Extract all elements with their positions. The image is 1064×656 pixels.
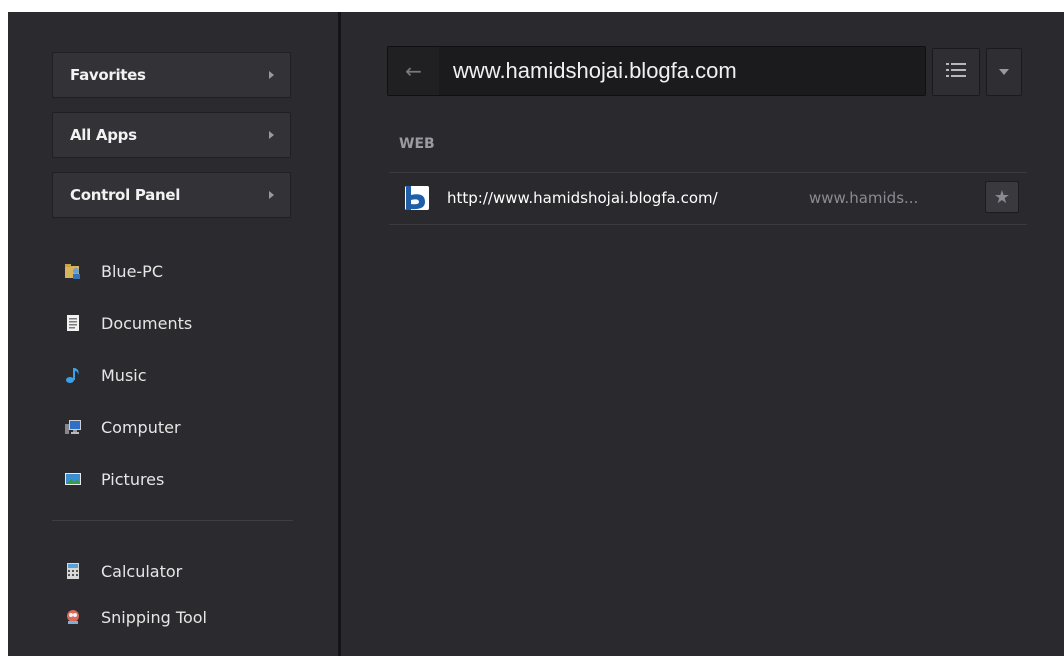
back-arrow-icon: ← — [405, 59, 422, 83]
place-item-pictures[interactable]: Pictures — [64, 466, 164, 492]
snipping-tool-icon — [64, 608, 82, 626]
place-label: Pictures — [101, 469, 165, 489]
chevron-right-icon — [269, 71, 274, 79]
result-host: www.hamids... — [809, 189, 919, 207]
place-label: Blue-PC — [101, 261, 163, 281]
chevron-down-icon — [999, 69, 1009, 75]
calculator-icon — [64, 562, 82, 580]
place-item-computer[interactable]: Computer — [64, 414, 181, 440]
favorites-label: Favorites — [70, 66, 146, 84]
place-label: Music — [101, 365, 147, 385]
app-item-calculator[interactable]: Calculator — [64, 558, 182, 584]
place-label: Documents — [101, 313, 193, 333]
app-item-snipping-tool[interactable]: Snipping Tool — [64, 604, 207, 630]
favorite-star-button[interactable]: ★ — [985, 181, 1019, 213]
star-icon: ★ — [993, 186, 1011, 208]
app-label: Snipping Tool — [101, 607, 207, 627]
place-item-music[interactable]: Music — [64, 362, 147, 388]
chevron-right-icon — [269, 191, 274, 199]
control-panel-button[interactable]: Control Panel — [52, 172, 291, 218]
back-button[interactable]: ← — [388, 47, 439, 95]
favorites-button[interactable]: Favorites — [52, 52, 291, 98]
app-label: Calculator — [101, 561, 183, 581]
left-panel: Favorites All Apps Control Panel Blue-PC — [8, 12, 338, 656]
start-menu-window: Favorites All Apps Control Panel Blue-PC — [8, 12, 1064, 656]
list-view-button[interactable] — [932, 48, 980, 96]
menu-divider — [52, 520, 293, 521]
list-icon — [946, 62, 966, 82]
blogfa-icon — [405, 186, 429, 210]
results-section-label: WEB — [399, 136, 435, 152]
pictures-icon — [64, 470, 82, 488]
music-note-icon — [64, 366, 82, 384]
place-item-documents[interactable]: Documents — [64, 310, 192, 336]
result-row[interactable]: http://www.hamidshojai.blogfa.com/ www.h… — [389, 173, 1027, 223]
computer-icon — [64, 418, 82, 436]
place-label: Computer — [101, 417, 181, 437]
search-bar: ← — [387, 46, 926, 96]
chevron-right-icon — [269, 131, 274, 139]
documents-icon — [64, 314, 82, 332]
panel-divider — [338, 12, 341, 656]
user-folder-icon — [64, 262, 82, 280]
results-divider-bottom — [389, 224, 1027, 225]
all-apps-label: All Apps — [70, 126, 137, 144]
all-apps-button[interactable]: All Apps — [52, 112, 291, 158]
control-panel-label: Control Panel — [70, 186, 181, 204]
result-url: http://www.hamidshojai.blogfa.com/ — [447, 189, 718, 207]
place-item-blue-pc[interactable]: Blue-PC — [64, 258, 163, 284]
search-input[interactable] — [439, 47, 925, 95]
options-dropdown-button[interactable] — [986, 48, 1022, 96]
